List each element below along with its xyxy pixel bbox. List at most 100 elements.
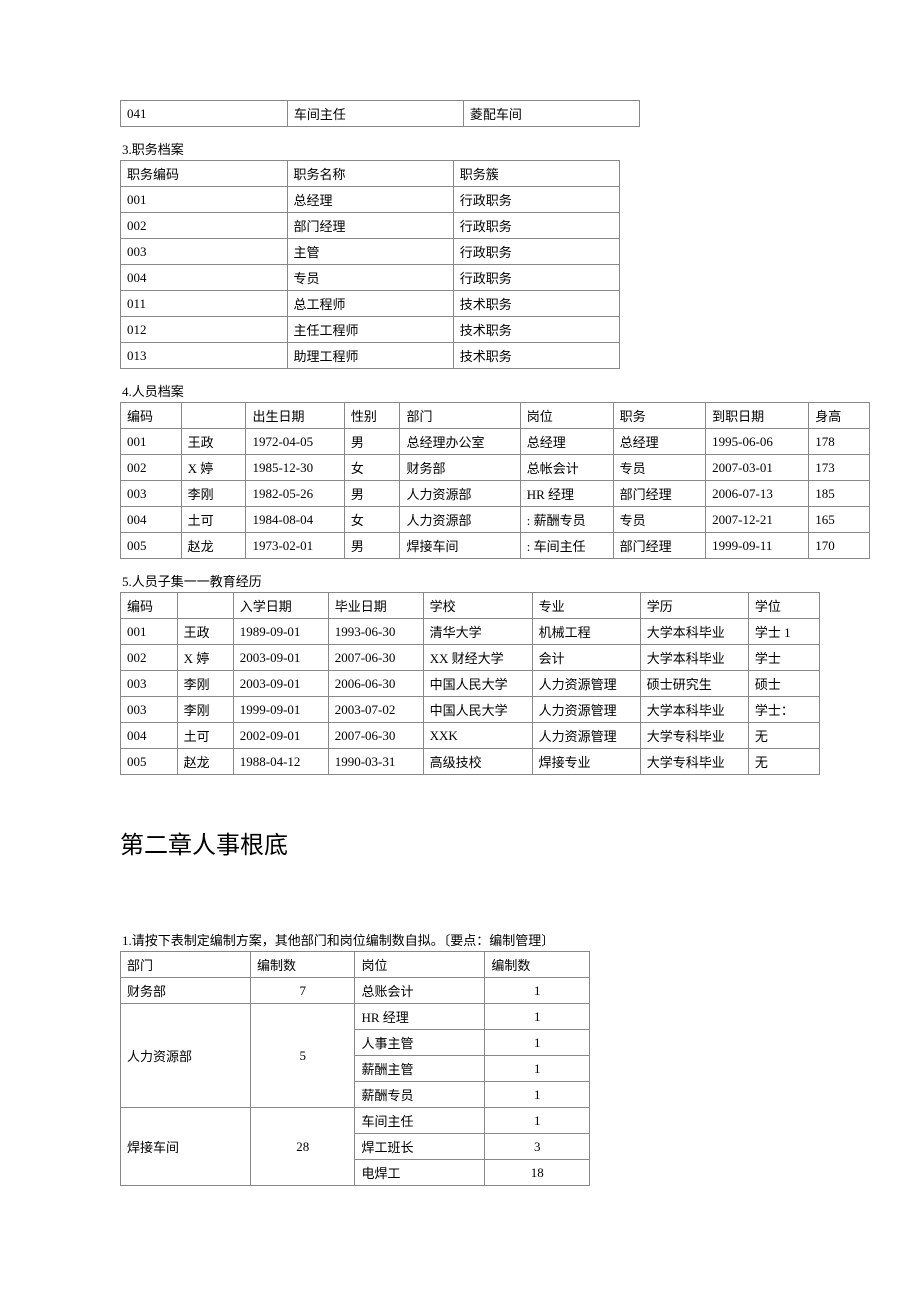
col-header: 出生日期 xyxy=(246,403,344,429)
cell: 行政职务 xyxy=(453,265,619,291)
cell: 部门经理 xyxy=(613,533,706,559)
table-row: 013助理工程师技术职务 xyxy=(121,343,620,369)
cell: 技术职务 xyxy=(453,343,619,369)
col-header: 学历 xyxy=(640,593,748,619)
col-header: 专业 xyxy=(532,593,640,619)
table-header-row: 编码 入学日期 毕业日期 学校 专业 学历 学位 xyxy=(121,593,820,619)
cell: 赵龙 xyxy=(177,749,233,775)
cell: 高级技校 xyxy=(423,749,532,775)
cell: XX 财经大学 xyxy=(423,645,532,671)
cell: 焊接专业 xyxy=(532,749,640,775)
col-header: 编码 xyxy=(121,403,182,429)
cell: 大学本科毕业 xyxy=(640,619,748,645)
col-header: 岗位 xyxy=(520,403,613,429)
cell: 中国人民大学 xyxy=(423,671,532,697)
cell: 技术职务 xyxy=(453,291,619,317)
cell: 人力资源管理 xyxy=(532,697,640,723)
cell: 1999-09-11 xyxy=(706,533,809,559)
cell: 男 xyxy=(344,429,400,455)
table-row: 004土可1984-08-04女人力资源部: 薪酬专员专员2007-12-211… xyxy=(121,507,870,533)
cell: 003 xyxy=(121,671,178,697)
cell: 2007-03-01 xyxy=(706,455,809,481)
cell: 001 xyxy=(121,187,288,213)
cell: 003 xyxy=(121,481,182,507)
cell: 王政 xyxy=(177,619,233,645)
cell: 焊工班长 xyxy=(355,1134,485,1160)
cell: 李刚 xyxy=(177,671,233,697)
cell: 总工程师 xyxy=(287,291,453,317)
cell: 005 xyxy=(121,533,182,559)
col-header: 入学日期 xyxy=(233,593,328,619)
cell: 2007-06-30 xyxy=(328,723,423,749)
cell: 003 xyxy=(121,239,288,265)
cell: 女 xyxy=(344,507,400,533)
cell: 人力资源部 xyxy=(400,507,520,533)
cell: 总账会计 xyxy=(355,978,485,1004)
table-row: 005赵龙1973-02-01男焊接车间: 车间主任部门经理1999-09-11… xyxy=(121,533,870,559)
table-row: 041 车间主任 菱配车间 xyxy=(121,101,640,127)
cell: 薪酬专员 xyxy=(355,1082,485,1108)
cell: 1982-05-26 xyxy=(246,481,344,507)
cell: 1973-02-01 xyxy=(246,533,344,559)
cell: 005 xyxy=(121,749,178,775)
cell: X 婷 xyxy=(177,645,233,671)
position-archive-table: 职务编码 职务名称 职务簇 001总经理行政职务 002部门经理行政职务 003… xyxy=(120,160,620,369)
cell: 2006-06-30 xyxy=(328,671,423,697)
cell: 李刚 xyxy=(177,697,233,723)
col-header: 岗位 xyxy=(355,952,485,978)
cell: 041 xyxy=(121,101,288,127)
table-row: 005赵龙1988-04-121990-03-31高级技校焊接专业大学专科毕业无 xyxy=(121,749,820,775)
cell: 专员 xyxy=(613,455,706,481)
cell: 行政职务 xyxy=(453,213,619,239)
cell: HR 经理 xyxy=(355,1004,485,1030)
table-row: 003李刚2003-09-012006-06-30中国人民大学人力资源管理硕士研… xyxy=(121,671,820,697)
col-header: 毕业日期 xyxy=(328,593,423,619)
table-row: 002X 婷1985-12-30女财务部总帐会计专员2007-03-01173 xyxy=(121,455,870,481)
cell: 001 xyxy=(121,429,182,455)
cell: 002 xyxy=(121,645,178,671)
table-row: 001总经理行政职务 xyxy=(121,187,620,213)
col-header: 学位 xyxy=(748,593,819,619)
cell: 总经理 xyxy=(613,429,706,455)
col-header: 学校 xyxy=(423,593,532,619)
cell: 大学本科毕业 xyxy=(640,697,748,723)
cell: 焊接车间 xyxy=(121,1108,251,1186)
cell: 2007-06-30 xyxy=(328,645,423,671)
cell: 2007-12-21 xyxy=(706,507,809,533)
col-header: 编制数 xyxy=(250,952,355,978)
table-row: 001王政1972-04-05男总经理办公室总经理总经理1995-06-0617… xyxy=(121,429,870,455)
top-fragment-table: 041 车间主任 菱配车间 xyxy=(120,100,640,127)
chapter-2-title: 第二章人事根底 xyxy=(120,825,800,860)
col-header: 性别 xyxy=(344,403,400,429)
table-header-row: 编码 出生日期 性别 部门 岗位 职务 到职日期 身高 xyxy=(121,403,870,429)
cell: 总经理 xyxy=(287,187,453,213)
cell: 总经理办公室 xyxy=(400,429,520,455)
cell: 013 xyxy=(121,343,288,369)
cell: 人力资源部 xyxy=(121,1004,251,1108)
cell: 焊接车间 xyxy=(400,533,520,559)
cell: 学士： xyxy=(748,697,819,723)
cell: 3 xyxy=(485,1134,590,1160)
cell: 中国人民大学 xyxy=(423,697,532,723)
table-row: 003李刚1982-05-26男人力资源部HR 经理部门经理2006-07-13… xyxy=(121,481,870,507)
cell: 2003-09-01 xyxy=(233,671,328,697)
table-row: 004专员行政职务 xyxy=(121,265,620,291)
table-row: 003主管行政职务 xyxy=(121,239,620,265)
cell: 硕士研究生 xyxy=(640,671,748,697)
cell: 185 xyxy=(809,481,870,507)
cell: : 薪酬专员 xyxy=(520,507,613,533)
col-header: 到职日期 xyxy=(706,403,809,429)
table-row: 011总工程师技术职务 xyxy=(121,291,620,317)
cell: 会计 xyxy=(532,645,640,671)
cell: : 车间主任 xyxy=(520,533,613,559)
cell: 18 xyxy=(485,1160,590,1186)
cell: 004 xyxy=(121,507,182,533)
col-header: 职务名称 xyxy=(287,161,453,187)
cell: 011 xyxy=(121,291,288,317)
cell: 004 xyxy=(121,265,288,291)
cell: 003 xyxy=(121,697,178,723)
cell: 无 xyxy=(748,723,819,749)
cell: 人力资源部 xyxy=(400,481,520,507)
cell: 总经理 xyxy=(520,429,613,455)
cell: 1 xyxy=(485,1108,590,1134)
